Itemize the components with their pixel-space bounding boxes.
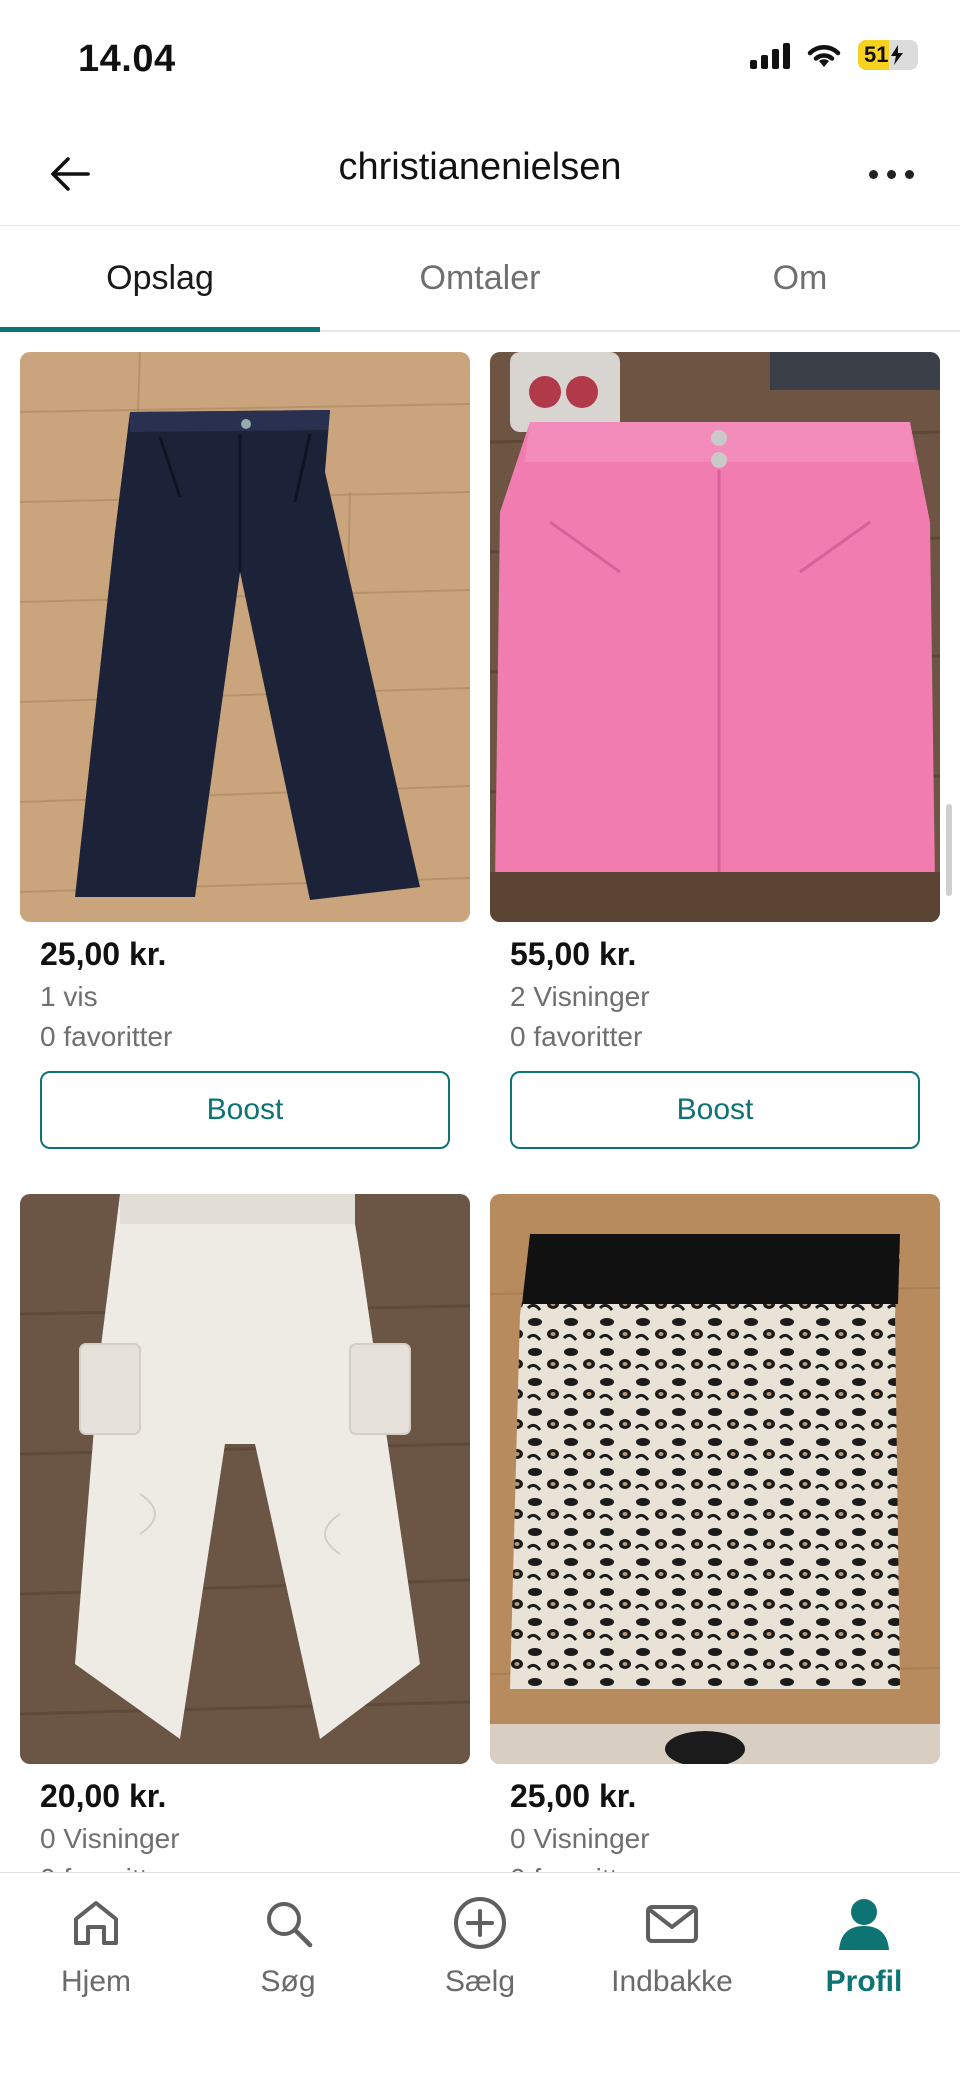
listings-grid: 25,00 kr. 1 vis 0 favoritter Boost 55,00… <box>0 332 960 1872</box>
nav-item-inbox[interactable]: Indbakke <box>576 1873 768 2078</box>
boost-button[interactable]: Boost <box>510 1071 920 1149</box>
listing-image-white-cargo-pants[interactable] <box>20 1194 470 1764</box>
listing-image-pink-skirt[interactable] <box>490 352 940 922</box>
listing-views: 0 Visninger <box>40 1823 180 1854</box>
listing-price: 20,00 kr. <box>40 1778 167 1814</box>
more-options-button[interactable] <box>856 144 926 204</box>
listing-image-navy-trousers[interactable] <box>20 352 470 922</box>
nav-label-inbox: Indbakke <box>611 1965 733 1998</box>
battery-level: 51 <box>864 42 889 67</box>
tab-opslag[interactable]: Opslag <box>0 226 320 332</box>
scrollbar[interactable] <box>946 804 952 896</box>
profile-icon <box>832 1891 896 1955</box>
nav-item-sell[interactable]: Sælg <box>384 1873 576 2078</box>
nav-item-profile[interactable]: Profil <box>768 1873 960 2078</box>
listing-favorites: 0 favoritter <box>40 1863 470 1872</box>
listing-favorites: 0 favoritter <box>40 1021 173 1052</box>
home-icon <box>64 1891 128 1955</box>
listing-card[interactable]: 25,00 kr. 1 vis 0 favoritter Boost <box>20 352 470 1149</box>
nav-label-sell: Sælg <box>444 1965 516 1998</box>
listing-views: 0 Visninger <box>510 1823 650 1854</box>
battery-icon: 51 <box>858 40 918 70</box>
listing-favorites: 0 favoritter <box>510 1021 643 1052</box>
nav-label-profile: Profil <box>825 1965 903 1998</box>
charging-bolt-icon <box>891 45 904 65</box>
nav-item-search[interactable]: Søg <box>192 1873 384 2078</box>
wifi-icon <box>807 45 841 67</box>
listing-card[interactable]: 55,00 kr. 2 Visninger 0 favoritter Boost <box>490 352 940 1149</box>
listing-image-animal-print-skirt[interactable] <box>490 1194 940 1764</box>
listing-price: 25,00 kr. <box>510 1778 637 1814</box>
status-icons: 51 <box>750 40 918 70</box>
tab-om[interactable]: Om <box>640 226 960 330</box>
nav-label-search: Søg <box>260 1965 316 1998</box>
listing-views: 1 vis <box>40 981 98 1012</box>
listing-card[interactable]: 20,00 kr. 0 Visninger 0 favoritter <box>20 1194 470 1872</box>
plus-circle-icon <box>448 1891 512 1955</box>
more-dots-icon <box>868 169 878 179</box>
profile-tabs: Opslag Omtaler Om <box>0 226 960 332</box>
search-icon <box>256 1891 320 1955</box>
mail-icon <box>640 1891 704 1955</box>
boost-button[interactable]: Boost <box>40 1071 450 1149</box>
nav-item-home[interactable]: Hjem <box>0 1873 192 2078</box>
profile-header: christianenielsen <box>0 120 960 226</box>
profile-username: christianenielsen <box>338 146 622 188</box>
status-bar: 14.04 51 <box>0 0 960 120</box>
bottom-navigation: Hjem Søg Sælg Indbakke Profil <box>0 1872 960 2078</box>
listing-favorites: 0 favoritter <box>510 1863 940 1872</box>
listing-card[interactable]: 25,00 kr. 0 Visninger 0 favoritter <box>490 1194 940 1872</box>
tab-omtaler[interactable]: Omtaler <box>320 226 640 330</box>
listing-price: 25,00 kr. <box>40 936 167 972</box>
listing-price: 55,00 kr. <box>510 936 637 972</box>
cellular-signal-icon <box>750 41 790 69</box>
listing-views: 2 Visninger <box>510 981 650 1012</box>
status-time: 14.04 <box>78 38 176 80</box>
nav-label-home: Hjem <box>60 1965 131 1998</box>
